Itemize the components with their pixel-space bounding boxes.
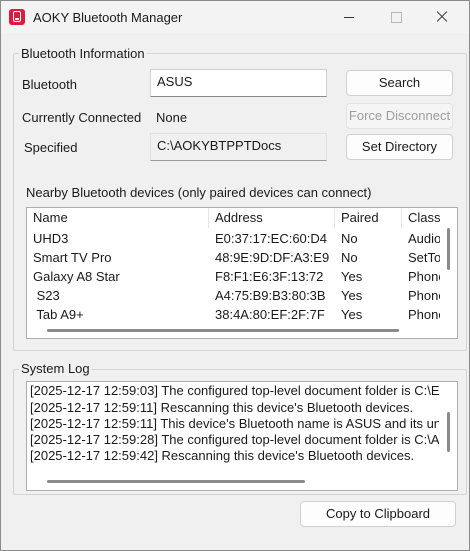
log-line: [2025-12-17 12:59:28] The configured top… xyxy=(30,432,449,447)
device-name: S23 xyxy=(33,288,60,303)
log-horizontal-scrollbar[interactable] xyxy=(47,480,305,483)
connected-label: Currently Connected xyxy=(22,110,142,125)
device-row[interactable]: S23 A4:75:B9:B3:80:3B Yes Phone xyxy=(27,286,457,305)
device-name: Tab A9+ xyxy=(33,307,84,322)
device-class: Phone xyxy=(408,288,440,303)
column-paired[interactable]: Paired xyxy=(335,208,402,228)
specified-label: Specified xyxy=(24,140,78,155)
device-paired: No xyxy=(341,250,358,265)
log-line: [2025-12-17 12:59:11] Rescanning this de… xyxy=(30,400,414,415)
device-paired: No xyxy=(341,231,358,246)
column-address[interactable]: Address xyxy=(209,208,335,228)
device-name: Galaxy A8 Star xyxy=(33,269,120,284)
devices-list-header: Name Address Paired Class xyxy=(27,208,457,228)
force-disconnect-button[interactable]: Force Disconnect xyxy=(346,103,453,129)
device-row[interactable]: UHD3 E0:37:17:EC:60:D4 No Audio/ xyxy=(27,229,457,248)
set-directory-button[interactable]: Set Directory xyxy=(346,134,453,160)
device-row[interactable]: Tab A9+ 38:4A:80:EF:2F:7F Yes Phone xyxy=(27,305,457,324)
search-button[interactable]: Search xyxy=(346,70,453,96)
title-bar[interactable]: AOKY Bluetooth Manager xyxy=(1,1,469,33)
maximize-icon xyxy=(373,1,419,33)
devices-horizontal-scrollbar[interactable] xyxy=(47,329,399,332)
device-address: 48:9E:9D:DF:A3:E9 xyxy=(215,250,330,265)
window-title: AOKY Bluetooth Manager xyxy=(33,10,183,25)
close-icon[interactable] xyxy=(419,1,465,33)
column-name[interactable]: Name xyxy=(27,208,209,228)
column-class[interactable]: Class xyxy=(402,208,457,228)
log-line: [2025-12-17 12:59:11] This device's Blue… xyxy=(30,416,458,431)
device-name: UHD3 xyxy=(33,231,69,246)
bluetooth-info-group-title: Bluetooth Information xyxy=(19,46,147,61)
device-paired: Yes xyxy=(341,269,363,284)
nearby-devices-label: Nearby Bluetooth devices (only paired de… xyxy=(26,185,372,200)
devices-vertical-scrollbar[interactable] xyxy=(447,228,450,270)
device-class: Phone xyxy=(408,307,440,322)
bluetooth-app-icon xyxy=(9,9,25,25)
app-window: AOKY Bluetooth Manager Bluetooth Informa… xyxy=(0,0,470,551)
device-class: Audio/ xyxy=(408,231,440,246)
copy-to-clipboard-button[interactable]: Copy to Clipboard xyxy=(300,501,456,527)
minimize-icon[interactable] xyxy=(327,1,373,33)
specified-directory-field: C:\AOKYBTPPTDocs xyxy=(150,133,327,161)
device-class: Phone xyxy=(408,269,440,284)
log-line: [2025-12-17 12:59:42] Rescanning this de… xyxy=(30,448,415,463)
devices-list[interactable]: Name Address Paired Class UHD3 E0:37:17:… xyxy=(26,207,458,339)
log-line: [2025-12-17 12:59:03] The configured top… xyxy=(30,383,447,398)
log-vertical-scrollbar[interactable] xyxy=(447,412,450,452)
device-paired: Yes xyxy=(341,288,363,303)
device-address: 38:4A:80:EF:2F:7F xyxy=(215,307,325,322)
system-log-group-title: System Log xyxy=(19,361,92,376)
device-address: A4:75:B9:B3:80:3B xyxy=(215,288,326,303)
device-class: SetTop xyxy=(408,250,440,265)
device-paired: Yes xyxy=(341,307,363,322)
bluetooth-label: Bluetooth xyxy=(22,77,77,92)
system-log-textbox[interactable]: [2025-12-17 12:59:03] The configured top… xyxy=(26,381,458,491)
device-address: F8:F1:E6:3F:13:72 xyxy=(215,269,324,284)
device-row[interactable]: Smart TV Pro 48:9E:9D:DF:A3:E9 No SetTop xyxy=(27,248,457,267)
connected-value: None xyxy=(156,110,188,125)
device-row[interactable]: Galaxy A8 Star F8:F1:E6:3F:13:72 Yes Pho… xyxy=(27,267,457,286)
bluetooth-name-field[interactable]: ASUS xyxy=(150,69,327,97)
device-address: E0:37:17:EC:60:D4 xyxy=(215,231,328,246)
device-name: Smart TV Pro xyxy=(33,250,112,265)
